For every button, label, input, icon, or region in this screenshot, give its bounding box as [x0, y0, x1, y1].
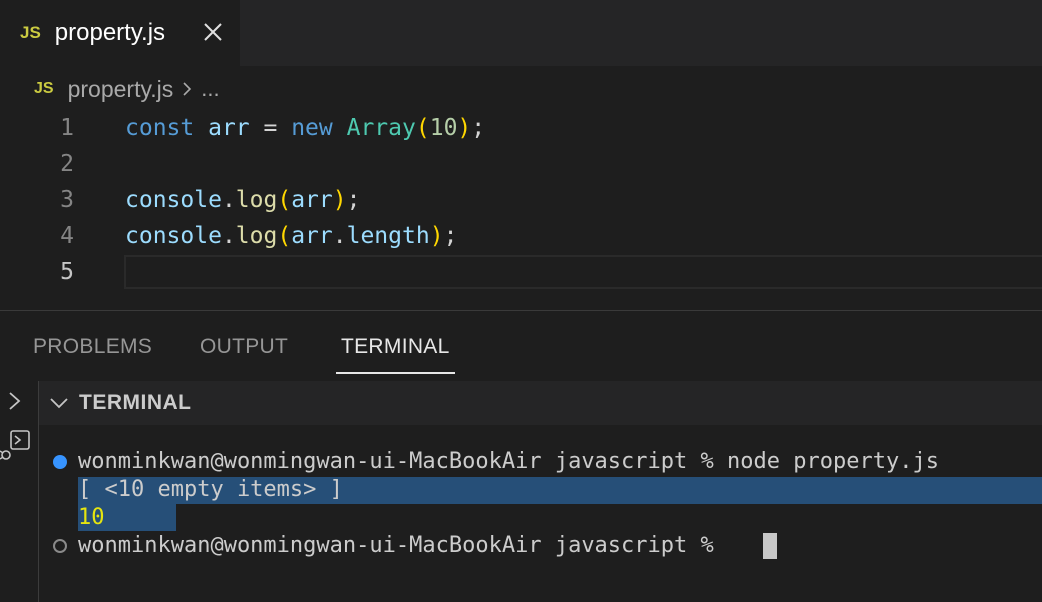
tab-title: property.js	[54, 19, 166, 46]
token-function: log	[235, 187, 278, 213]
tab-terminal[interactable]: TERMINAL	[341, 335, 450, 359]
token-object: console	[125, 223, 222, 249]
token-keyword: const	[125, 115, 195, 141]
token-property: length	[346, 223, 430, 249]
token-function: log	[235, 223, 278, 249]
breadcrumb-file[interactable]: property.js	[68, 76, 174, 103]
token-operator: =	[249, 115, 292, 141]
terminal-section-title: TERMINAL	[79, 391, 192, 414]
terminal-side-strip	[0, 381, 39, 602]
code-line-current[interactable]: 5	[0, 254, 1042, 290]
chevron-right-icon[interactable]	[6, 389, 24, 413]
terminal-prompt-line: wonminkwan@wonmingwan-ui-MacBookAir java…	[78, 449, 939, 474]
breadcrumb-more[interactable]: ...	[201, 76, 219, 102]
active-tab-indicator	[336, 372, 455, 374]
terminal-section-header[interactable]: TERMINAL	[39, 381, 1042, 425]
line-number: 1	[60, 115, 74, 141]
line-number: 5	[60, 259, 74, 285]
code-line[interactable]: 3 console.log(arr);	[0, 182, 1042, 218]
command-pending-dot-icon[interactable]	[53, 539, 67, 553]
token-bracket: )	[332, 187, 347, 213]
token-punct: .	[332, 223, 347, 249]
token-punct: .	[221, 187, 236, 213]
token-variable: arr	[291, 187, 333, 213]
breadcrumb: JS property.js ...	[34, 74, 220, 104]
code-text: const arr = new Array(10);	[125, 115, 485, 141]
chevron-down-icon	[50, 398, 68, 409]
js-file-icon: JS	[34, 80, 54, 97]
token-punct: ;	[346, 187, 361, 213]
token-bracket: )	[457, 115, 472, 141]
chevron-right-icon	[183, 82, 192, 96]
code-line[interactable]: 4 console.log(arr.length);	[0, 218, 1042, 254]
token-bracket: (	[277, 187, 292, 213]
debug-console-icon[interactable]	[0, 429, 32, 463]
line-number: 2	[60, 151, 74, 177]
tab-output[interactable]: OUTPUT	[200, 335, 288, 359]
terminal-output-line: 10	[78, 505, 105, 530]
token-variable: arr	[291, 223, 333, 249]
tab-property-js[interactable]: JS property.js	[0, 0, 240, 66]
close-icon[interactable]	[202, 20, 224, 44]
token-punct: ;	[471, 115, 486, 141]
terminal-prompt-line: wonminkwan@wonmingwan-ui-MacBookAir java…	[78, 533, 728, 558]
token-variable: arr	[208, 115, 250, 141]
code-text: console.log(arr.length);	[125, 223, 457, 249]
token-class: Array	[346, 115, 416, 141]
token-punct: ;	[443, 223, 458, 249]
js-file-icon: JS	[20, 23, 41, 42]
line-number: 4	[60, 223, 74, 249]
editor-tab-bar: JS property.js	[0, 0, 1042, 66]
code-editor[interactable]: 1 const arr = new Array(10); 2 3 console…	[0, 110, 1042, 306]
token-punct: .	[221, 223, 236, 249]
terminal-cursor	[763, 533, 777, 559]
token-bracket: )	[429, 223, 444, 249]
token-bracket: (	[277, 223, 292, 249]
panel-tab-bar: PROBLEMS OUTPUT TERMINAL	[0, 311, 1042, 381]
command-success-dot-icon[interactable]	[53, 455, 67, 469]
tab-problems[interactable]: PROBLEMS	[33, 335, 152, 359]
token-number: 10	[429, 115, 458, 141]
token-bracket: (	[415, 115, 430, 141]
token-keyword: new	[291, 115, 333, 141]
code-line[interactable]: 1 const arr = new Array(10);	[0, 110, 1042, 146]
line-number: 3	[60, 187, 74, 213]
code-text: console.log(arr);	[125, 187, 360, 213]
token-object: console	[125, 187, 222, 213]
terminal-output-line: [ <10 empty items> ]	[78, 477, 343, 502]
code-line[interactable]: 2	[0, 146, 1042, 182]
